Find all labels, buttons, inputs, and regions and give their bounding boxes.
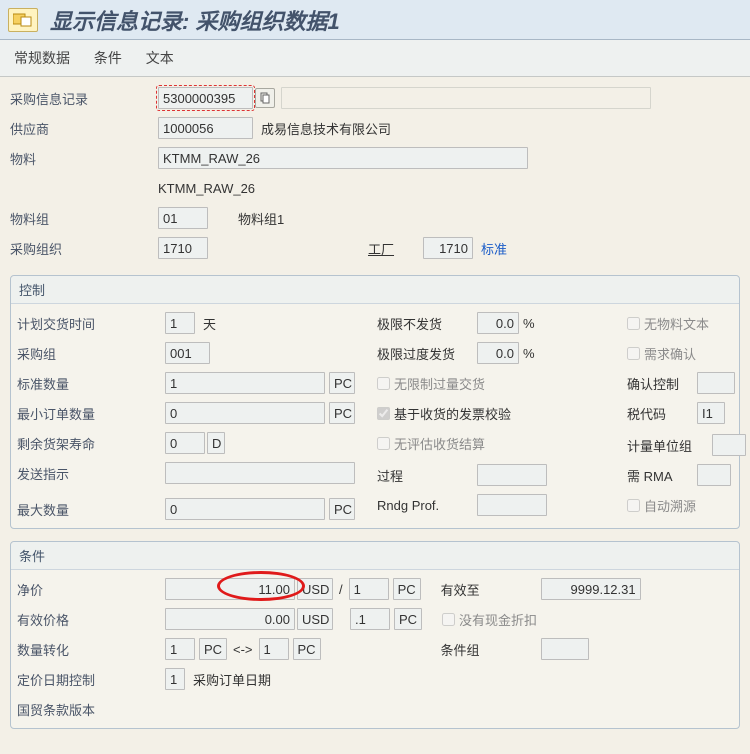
field-qty-to-unit[interactable]: PC <box>293 638 321 660</box>
field-process[interactable] <box>477 464 547 486</box>
field-currency[interactable]: USD <box>297 578 333 600</box>
pct-2: % <box>523 346 535 361</box>
chk-unlimited[interactable]: 无限制过量交货 <box>377 374 485 393</box>
field-purch-group[interactable]: 001 <box>165 342 210 364</box>
material-desc: KTMM_RAW_26 <box>158 181 255 196</box>
label-over-tol: 极限过度发货 <box>377 344 477 363</box>
field-conf-ctrl[interactable] <box>697 372 735 394</box>
chk-auto-src[interactable]: 自动溯源 <box>627 496 696 515</box>
plant-desc[interactable]: 标准 <box>481 239 507 258</box>
chk-no-mtext[interactable]: 无物料文本 <box>627 314 709 333</box>
chk-no-cash-disc[interactable]: 没有现金折扣 <box>442 610 537 629</box>
field-min-qty[interactable]: 0 <box>165 402 325 424</box>
date-ctrl-desc: 采购订单日期 <box>193 670 271 689</box>
label-rndg: Rndg Prof. <box>377 498 477 513</box>
label-date-ctrl: 定价日期控制 <box>17 670 165 689</box>
unit-min-qty[interactable]: PC <box>329 402 355 424</box>
field-rma[interactable] <box>697 464 731 486</box>
app-icon <box>8 8 38 32</box>
label-uom-group: 计量单位组 <box>627 436 712 455</box>
label-mat-group: 物料组 <box>10 209 158 228</box>
field-tax-code[interactable]: I1 <box>697 402 725 424</box>
field-mat-group[interactable]: 01 <box>158 207 208 229</box>
label-max-qty: 最大数量 <box>17 500 165 519</box>
field-ship-instr[interactable] <box>165 462 355 484</box>
label-tax-code: 税代码 <box>627 404 697 423</box>
field-uom-group[interactable] <box>712 434 746 456</box>
label-process: 过程 <box>377 466 477 485</box>
label-purch-org: 采购组织 <box>10 239 158 258</box>
chk-gr-iv[interactable]: 基于收货的发票校验 <box>377 404 511 423</box>
field-plant[interactable]: 1710 <box>423 237 473 259</box>
field-date-ctrl[interactable]: 1 <box>165 668 185 690</box>
menubar: 常规数据 条件 文本 <box>0 40 750 77</box>
unit-std-qty[interactable]: PC <box>329 372 355 394</box>
label-under-tol: 极限不发货 <box>377 314 477 333</box>
field-purch-org[interactable]: 1710 <box>158 237 208 259</box>
field-planned-delivery[interactable]: 1 <box>165 312 195 334</box>
group-conditions: 条件 净价 11.00 USD / 1 PC 有效至 9999.12.31 有效… <box>10 541 740 729</box>
titlebar: 显示信息记录: 采购组织数据1 <box>0 0 750 40</box>
menu-texts[interactable]: 文本 <box>146 50 174 66</box>
label-cond-group: 条件组 <box>441 640 501 659</box>
field-eff-currency[interactable]: USD <box>297 608 333 630</box>
group-control-title: 控制 <box>11 276 739 304</box>
group-conditions-title: 条件 <box>11 542 739 570</box>
menu-conditions[interactable]: 条件 <box>94 50 122 66</box>
label-purch-group: 采购组 <box>17 344 165 363</box>
label-shelf-life: 剩余货架寿命 <box>17 434 165 453</box>
label-conf-ctrl: 确认控制 <box>627 374 697 393</box>
label-incoterms: 国贸条款版本 <box>17 700 165 719</box>
label-planned-delivery: 计划交货时间 <box>17 314 165 333</box>
search-help-icon[interactable] <box>255 88 275 108</box>
label-ship-instr: 发送指示 <box>17 464 165 483</box>
chk-no-ers[interactable]: 无评估收货结算 <box>377 434 485 453</box>
field-eff-price[interactable]: 0.00 <box>165 608 295 630</box>
label-vendor: 供应商 <box>10 119 158 138</box>
field-per[interactable]: 1 <box>349 578 389 600</box>
field-std-qty[interactable]: 1 <box>165 372 325 394</box>
field-info-record-desc <box>281 87 651 109</box>
field-net-price[interactable]: 11.00 <box>165 578 295 600</box>
field-max-qty[interactable]: 0 <box>165 498 325 520</box>
pct-1: % <box>523 316 535 331</box>
label-info-record: 采购信息记录 <box>10 89 158 108</box>
label-net-price: 净价 <box>17 580 165 599</box>
field-valid-to[interactable]: 9999.12.31 <box>541 578 641 600</box>
field-vendor[interactable]: 1000056 <box>158 117 253 139</box>
label-material: 物料 <box>10 149 158 168</box>
unit-shelf-life[interactable]: D <box>207 432 225 454</box>
menu-general[interactable]: 常规数据 <box>14 50 70 66</box>
field-qty-from-unit[interactable]: PC <box>199 638 227 660</box>
label-min-qty: 最小订单数量 <box>17 404 165 423</box>
label-rma: 需 RMA <box>627 466 697 485</box>
unit-days: 天 <box>203 314 216 333</box>
field-qty-from[interactable]: 1 <box>165 638 195 660</box>
group-control: 控制 计划交货时间 1 天 采购组 001 标准数量 1 <box>10 275 740 529</box>
field-info-record[interactable]: 5300000395 <box>158 87 253 109</box>
unit-max-qty[interactable]: PC <box>329 498 355 520</box>
field-cond-group[interactable] <box>541 638 589 660</box>
field-rndg[interactable] <box>477 494 547 516</box>
label-eff-price: 有效价格 <box>17 610 165 629</box>
mat-group-desc: 物料组1 <box>238 209 284 228</box>
field-per-unit[interactable]: PC <box>393 578 421 600</box>
label-plant: 工厂 <box>368 239 423 258</box>
field-material[interactable]: KTMM_RAW_26 <box>158 147 528 169</box>
field-qty-to[interactable]: 1 <box>259 638 289 660</box>
field-shelf-life[interactable]: 0 <box>165 432 205 454</box>
field-under-tol[interactable]: 0.0 <box>477 312 519 334</box>
chk-ack-req[interactable]: 需求确认 <box>627 344 696 363</box>
label-std-qty: 标准数量 <box>17 374 165 393</box>
field-eff-per-unit[interactable]: PC <box>394 608 422 630</box>
label-qty-conv: 数量转化 <box>17 640 165 659</box>
page-title: 显示信息记录: 采购组织数据1 <box>50 4 340 36</box>
vendor-name: 成易信息技术有限公司 <box>261 119 391 138</box>
field-over-tol[interactable]: 0.0 <box>477 342 519 364</box>
field-eff-per[interactable]: .1 <box>350 608 390 630</box>
label-valid-to: 有效至 <box>441 580 521 599</box>
arrow-icon: <-> <box>233 642 253 657</box>
